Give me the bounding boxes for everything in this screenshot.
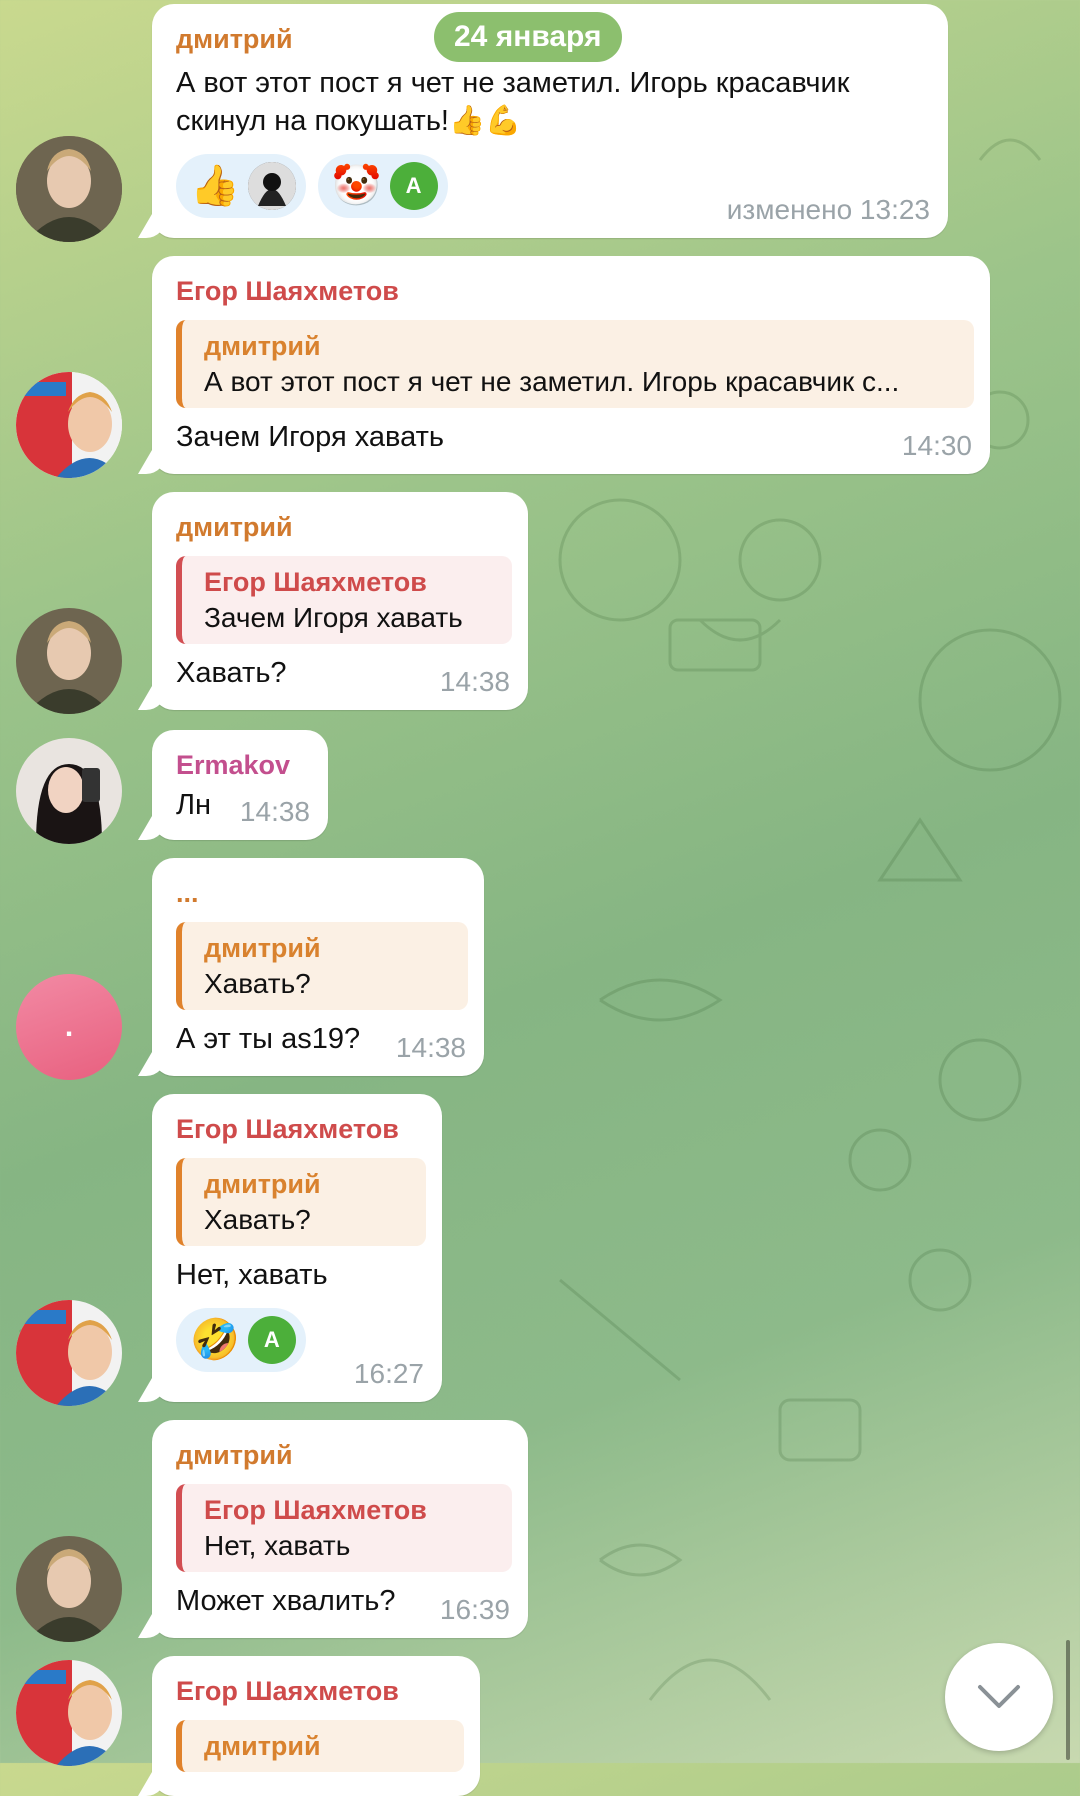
person-avatar-icon xyxy=(16,136,122,242)
reply-sender: дмитрий xyxy=(204,1731,321,1761)
reply-sender: дмитрий xyxy=(204,933,321,963)
reaction-thumbs-up[interactable]: 👍 xyxy=(176,154,306,218)
person-avatar-icon xyxy=(16,1536,122,1642)
reply-sender: дмитрий xyxy=(204,331,321,361)
scrollbar[interactable] xyxy=(1066,1640,1070,1760)
message-bubble[interactable]: Ermakov Лн 14:38 xyxy=(152,730,328,840)
message-text: Нет, хавать xyxy=(176,1259,328,1291)
reaction-user-avatar: А xyxy=(247,1316,296,1364)
message-bubble[interactable]: ... дмитрий Хавать? А эт ты as19? 14:38 xyxy=(152,858,484,1076)
reply-sender: Егор Шаяхметов xyxy=(204,1495,427,1525)
sender-name[interactable]: Егор Шаяхметов xyxy=(176,274,970,308)
message-text: А вот этот пост я чет не заметил. Игорь … xyxy=(176,67,850,137)
reaction-rofl[interactable]: 🤣 А xyxy=(176,1308,306,1372)
avatar-egor[interactable] xyxy=(16,1300,122,1406)
thumbs-up-icon: 👍 xyxy=(190,164,240,208)
reply-quote[interactable]: дмитрий xyxy=(176,1720,464,1772)
message-bubble[interactable]: дмитрий Егор Шаяхметов Зачем Игоря хават… xyxy=(152,492,528,710)
person-avatar-icon xyxy=(16,1300,122,1406)
avatar-egor[interactable] xyxy=(16,372,122,478)
reply-text: Нет, хавать xyxy=(204,1530,351,1561)
sender-name[interactable]: Ermakov xyxy=(176,748,308,782)
avatar-dmitriy[interactable] xyxy=(16,608,122,714)
avatar-dmitriy[interactable] xyxy=(16,136,122,242)
message-time: 16:39 xyxy=(439,1594,510,1625)
reply-text: Хавать? xyxy=(204,1204,311,1235)
message-time: 14:38 xyxy=(439,666,510,697)
chevron-down-icon xyxy=(978,1685,1020,1708)
reply-quote[interactable]: Егор Шаяхметов Зачем Игоря хавать xyxy=(176,556,512,644)
sender-name[interactable]: Егор Шаяхметов xyxy=(176,1112,422,1146)
message-bubble[interactable]: Егор Шаяхметов дмитрий А вот этот пост я… xyxy=(152,256,990,474)
scroll-to-bottom-button[interactable] xyxy=(945,1643,1053,1751)
message-time: 16:27 xyxy=(353,1358,424,1389)
avatar-egor[interactable] xyxy=(16,1660,122,1766)
rofl-icon: 🤣 xyxy=(190,1318,240,1362)
avatar-dmitriy[interactable] xyxy=(16,1536,122,1642)
message-text: Зачем Игоря хавать xyxy=(176,421,444,453)
message-time: изменено 13:23 xyxy=(726,194,930,225)
reply-quote[interactable]: дмитрий А вот этот пост я чет не заметил… xyxy=(176,320,974,408)
person-avatar-icon xyxy=(16,608,122,714)
avatar-initial: . xyxy=(64,1010,74,1043)
reply-quote[interactable]: Егор Шаяхметов Нет, хавать xyxy=(176,1484,512,1572)
clown-icon: 🤡 xyxy=(331,164,382,208)
message-bubble[interactable]: Егор Шаяхметов дмитрий Хавать? Нет, хава… xyxy=(152,1094,442,1402)
hooded-figure-icon xyxy=(247,162,296,210)
message-time: 14:30 xyxy=(901,430,972,461)
message-time: 14:38 xyxy=(239,796,310,827)
message-time: 14:38 xyxy=(395,1032,466,1063)
sender-name[interactable]: дмитрий xyxy=(176,1438,508,1472)
reaction-user-avatar xyxy=(247,162,296,210)
sender-name[interactable]: дмитрий xyxy=(176,510,508,544)
date-header: 24 января xyxy=(434,12,622,62)
person-avatar-icon xyxy=(16,372,122,478)
avatar-ermakov[interactable] xyxy=(16,738,122,844)
reaction-user-avatar: А xyxy=(389,162,438,210)
reply-text: Зачем Игоря хавать xyxy=(204,602,463,633)
reply-sender: Егор Шаяхметов xyxy=(204,567,427,597)
person-avatar-icon xyxy=(16,1660,122,1766)
reply-sender: дмитрий xyxy=(204,1169,321,1199)
reply-text: А вот этот пост я чет не заметил. Игорь … xyxy=(204,366,900,397)
reply-quote[interactable]: дмитрий Хавать? xyxy=(176,922,468,1010)
sender-name[interactable]: ... xyxy=(176,876,464,910)
person-avatar-icon xyxy=(16,738,122,844)
message-bubble[interactable]: дмитрий Егор Шаяхметов Нет, хавать Может… xyxy=(152,1420,528,1638)
reply-text: Хавать? xyxy=(204,968,311,999)
sender-name[interactable]: Егор Шаяхметов xyxy=(176,1674,460,1708)
reply-quote[interactable]: дмитрий Хавать? xyxy=(176,1158,426,1246)
reaction-clown[interactable]: 🤡 А xyxy=(317,154,448,218)
avatar-dots[interactable]: . xyxy=(16,974,122,1080)
message-bubble[interactable]: Егор Шаяхметов дмитрий xyxy=(152,1656,480,1796)
